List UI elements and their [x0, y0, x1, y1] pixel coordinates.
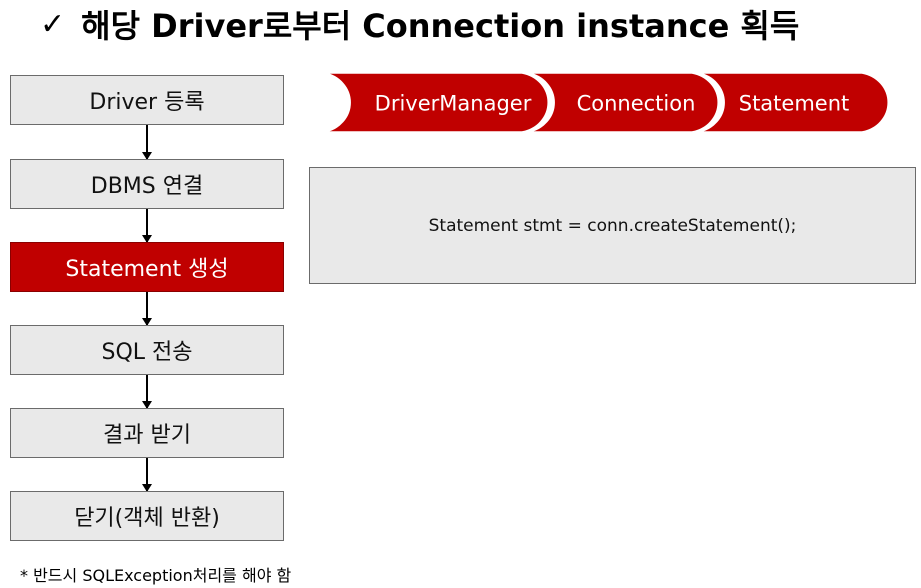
page-title-text: 해당 Driver로부터 Connection instance 획득 [81, 7, 800, 45]
step-label: 닫기(객체 반환) [74, 506, 220, 531]
page-title: ✓ 해당 Driver로부터 Connection instance 획득 [40, 2, 799, 46]
flow-arrow [142, 125, 152, 160]
chain-label-statement: Statement [739, 92, 850, 116]
code-text: Statement stmt = conn.createStatement(); [428, 215, 797, 236]
step-statement-create: Statement 생성 [10, 242, 284, 292]
step-receive-result: 결과 받기 [10, 408, 284, 458]
flow-arrow [142, 375, 152, 409]
object-chain: DriverManager Connection Statement [323, 72, 889, 133]
code-box: Statement stmt = conn.createStatement(); [309, 167, 916, 284]
step-label: DBMS 연결 [90, 174, 204, 199]
step-driver-register: Driver 등록 [10, 75, 284, 125]
step-sql-send: SQL 전송 [10, 325, 284, 375]
step-label: SQL 전송 [101, 340, 193, 365]
chain-label-drivermanager: DriverManager [375, 92, 532, 116]
step-close: 닫기(객체 반환) [10, 491, 284, 541]
step-dbms-connect: DBMS 연결 [10, 159, 284, 209]
step-label: Statement 생성 [65, 257, 229, 282]
step-label: Driver 등록 [89, 90, 205, 115]
check-icon: ✓ [40, 6, 66, 42]
footnote: * 반드시 SQLException처리를 해야 함 [20, 566, 292, 585]
flow-arrow [142, 209, 152, 243]
step-label: 결과 받기 [103, 423, 191, 448]
flow-arrow [142, 458, 152, 492]
flow-arrow [142, 292, 152, 326]
chain-label-connection: Connection [577, 92, 696, 116]
